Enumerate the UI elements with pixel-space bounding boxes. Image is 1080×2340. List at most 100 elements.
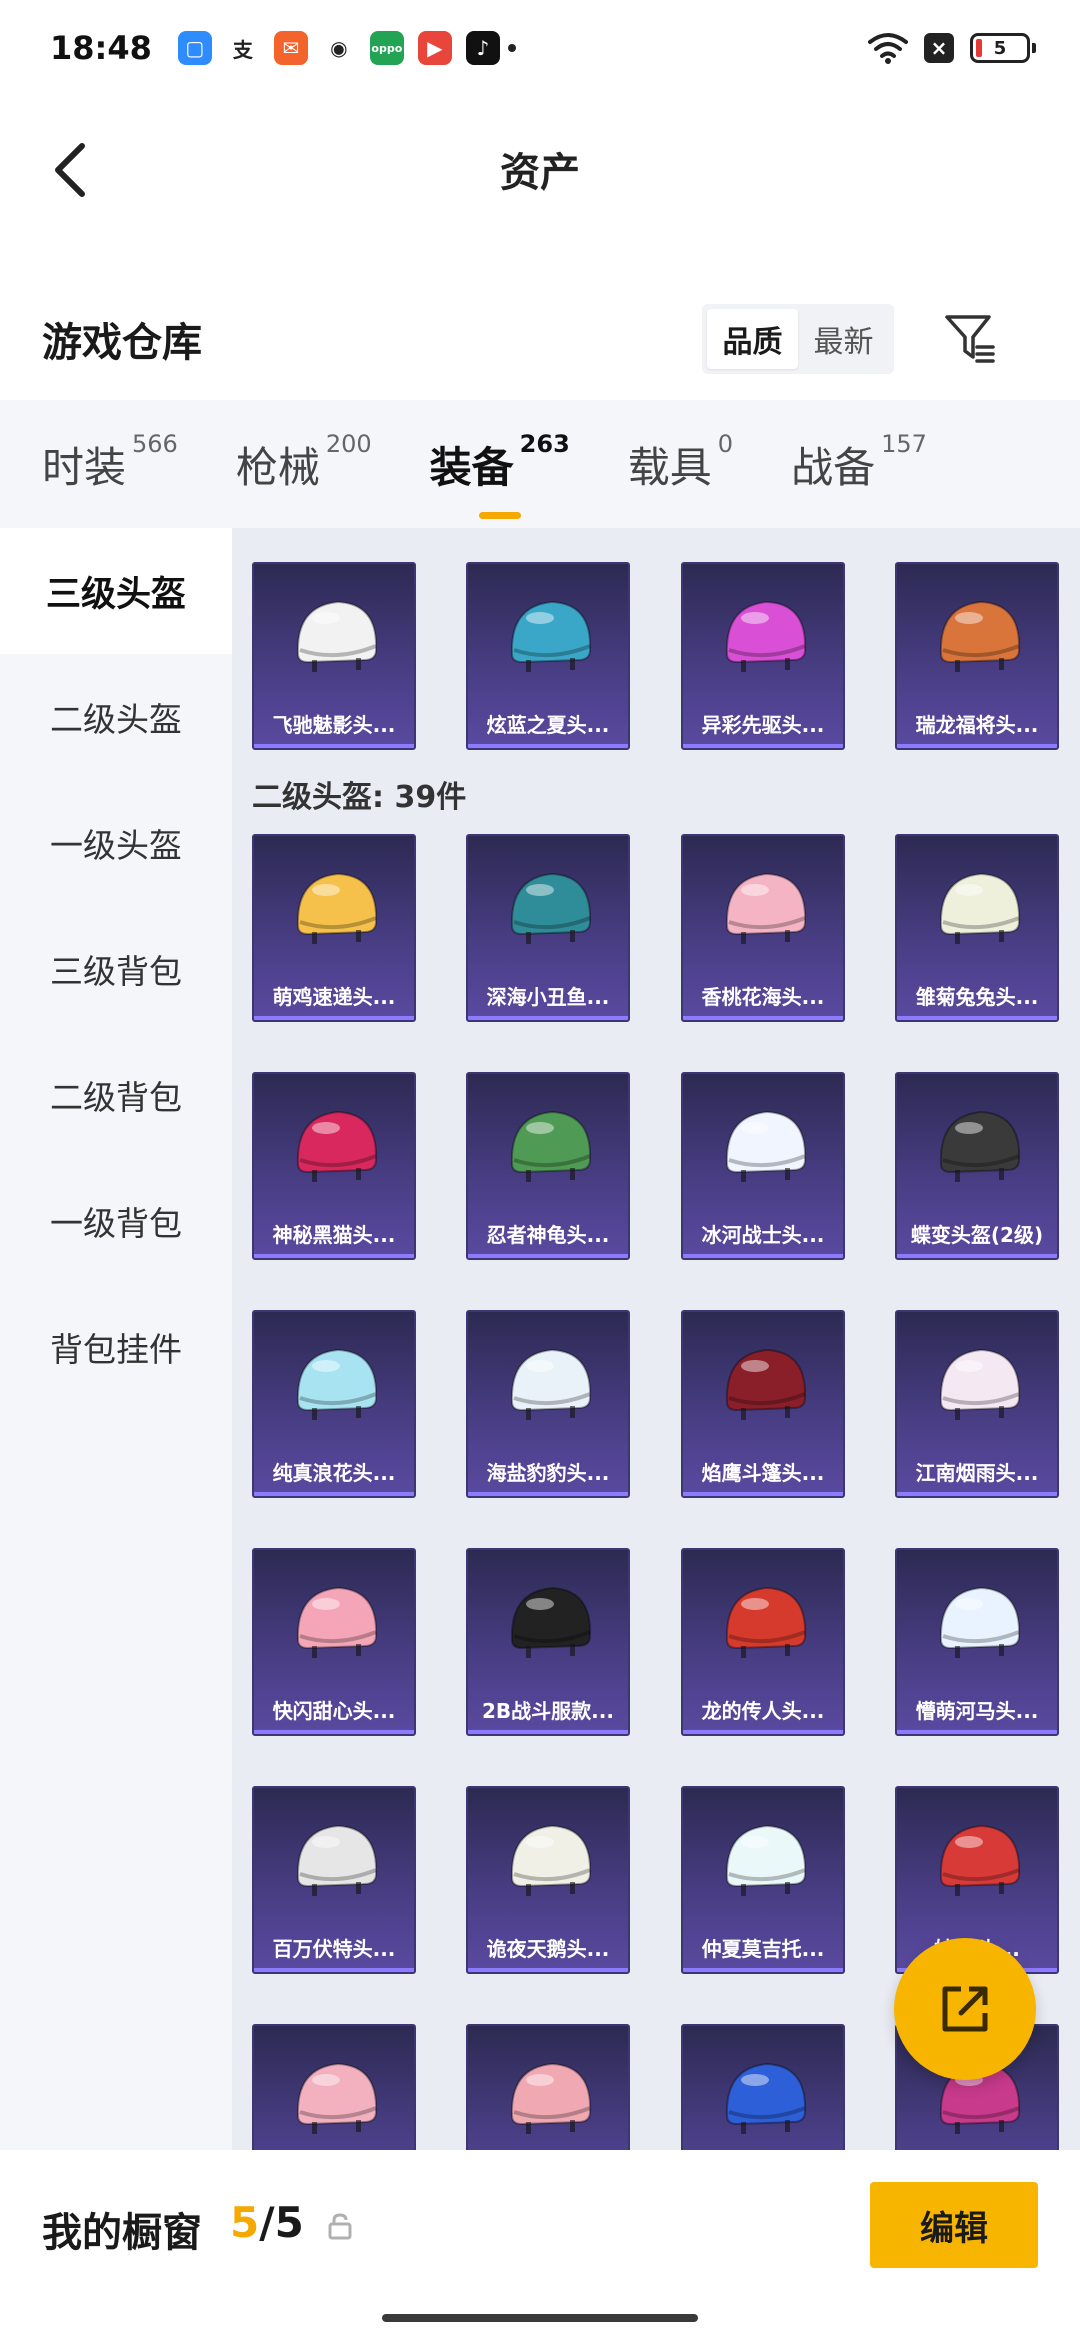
tab-4[interactable]: 战备 157 xyxy=(791,430,927,495)
tab-label: 装备 xyxy=(429,442,514,492)
item-card[interactable]: 异彩先驱头... xyxy=(681,562,845,750)
item-name: 炫蓝之夏头... xyxy=(486,713,610,737)
item-card[interactable]: 飞驰魅影头... xyxy=(252,562,416,750)
status-app-icons: ▢ 支 ✉ ◉ oppo ▶ ♪ xyxy=(177,31,500,65)
item-name: 百万伏特头... xyxy=(272,1937,396,1961)
share-fab-button[interactable] xyxy=(894,1938,1036,2080)
filter-button[interactable] xyxy=(938,306,1002,370)
helmet-icon xyxy=(725,872,807,944)
item-card[interactable]: 深海小丑鱼... xyxy=(466,834,630,1022)
item-name: 雏菊兔兔头... xyxy=(915,985,1039,1009)
item-name: 忍者神龟头... xyxy=(486,1223,610,1247)
tab-label: 载具 xyxy=(627,442,712,492)
sub-category-sidebar: 三级头盔 二级头盔 一级头盔 三级背包 二级背包 一级背包 背包挂件 xyxy=(0,528,232,2150)
item-card[interactable]: 焰鹰斗篷头... xyxy=(681,1310,845,1498)
item-name: 萌鸡速递头... xyxy=(272,985,396,1009)
alipay-icon: 支 xyxy=(225,31,260,65)
helmet-icon xyxy=(939,1110,1021,1182)
tab-3[interactable]: 载具 0 xyxy=(627,430,733,495)
sidebar-item[interactable]: 一级背包 xyxy=(0,1158,232,1284)
item-card[interactable]: 蝶变头盔(2级) xyxy=(895,1072,1059,1260)
item-name: 神秘黑猫头... xyxy=(272,1223,396,1247)
tab-1[interactable]: 枪械 200 xyxy=(236,430,372,495)
page-header: 资产 xyxy=(0,110,1080,230)
sidebar-item[interactable]: 三级背包 xyxy=(0,906,232,1032)
helmet-icon xyxy=(296,1110,378,1182)
item-card[interactable]: 神秘黑猫头... xyxy=(252,1072,416,1260)
sidebar-item[interactable]: 一级头盔 xyxy=(0,780,232,906)
helmet-icon xyxy=(296,600,378,672)
files-app-icon: ▢ xyxy=(177,31,212,65)
video-app-icon: ▶ xyxy=(417,31,452,65)
lock-icon xyxy=(328,2213,352,2240)
item-card[interactable]: 百万伏特头... xyxy=(252,1786,416,1974)
sort-latest-button[interactable]: 最新 xyxy=(798,309,889,369)
item-card[interactable]: 忍者神龟头... xyxy=(466,1072,630,1260)
battery-icon: 5 xyxy=(970,33,1036,63)
sidebar-item[interactable]: 二级背包 xyxy=(0,1032,232,1158)
item-card[interactable]: 海盐豹豹头... xyxy=(466,1310,630,1498)
section-title: 游戏仓库 xyxy=(42,320,202,366)
item-card[interactable]: 香桃花海头... xyxy=(681,834,845,1022)
wifi-icon xyxy=(868,33,908,64)
item-name: 冰河战士头... xyxy=(701,1223,825,1247)
helmet-icon xyxy=(725,1824,807,1896)
tiktok-icon: ♪ xyxy=(465,31,500,65)
status-bar: 18:48 ▢ 支 ✉ ◉ oppo ▶ ♪ × 5 xyxy=(0,0,1080,96)
no-sim-icon: × xyxy=(924,33,954,63)
helmet-icon xyxy=(939,1348,1021,1420)
item-name: 飞驰魅影头... xyxy=(272,713,396,737)
category-tabs: 时装 566 枪械 200 装备 263 载具 0 战备 157 xyxy=(0,400,1080,528)
helmet-icon xyxy=(939,1824,1021,1896)
item-card[interactable]: 2B战斗服款... xyxy=(466,1548,630,1736)
edit-button[interactable]: 编辑 xyxy=(870,2182,1038,2268)
tab-count: 0 xyxy=(717,429,734,458)
item-card[interactable] xyxy=(466,2024,630,2150)
helmet-icon xyxy=(296,1824,378,1896)
item-card[interactable] xyxy=(252,2024,416,2150)
tab-count: 200 xyxy=(325,429,372,458)
filter-icon xyxy=(945,315,995,363)
sidebar-item[interactable]: 二级头盔 xyxy=(0,654,232,780)
showcase-bar: 我的橱窗 5/5 编辑 xyxy=(0,2150,1080,2340)
item-card[interactable]: 诡夜天鹅头... xyxy=(466,1786,630,1974)
item-card[interactable]: 仲夏莫吉托... xyxy=(681,1786,845,1974)
warehouse-section-header: 游戏仓库 品质 最新 xyxy=(0,300,1080,380)
oppo-app-icon: oppo xyxy=(369,31,404,65)
helmet-icon xyxy=(725,1110,807,1182)
helmet-icon xyxy=(296,1586,378,1658)
item-card[interactable]: 江南烟雨头... xyxy=(895,1310,1059,1498)
sort-quality-button[interactable]: 品质 xyxy=(707,309,798,369)
external-link-icon xyxy=(942,1986,988,2032)
sidebar-item[interactable]: 背包挂件 xyxy=(0,1284,232,1410)
helmet-icon xyxy=(510,872,592,944)
item-card[interactable] xyxy=(681,2024,845,2150)
item-card[interactable]: 冰河战士头... xyxy=(681,1072,845,1260)
tab-2[interactable]: 装备 263 xyxy=(429,430,570,519)
tab-count: 157 xyxy=(881,429,927,458)
helmet-icon xyxy=(725,1586,807,1658)
sidebar-item[interactable]: 三级头盔 xyxy=(0,528,232,654)
helmet-icon xyxy=(939,600,1021,672)
helmet-icon xyxy=(510,1110,592,1182)
group-header: 二级头盔: 39件 xyxy=(252,780,467,815)
home-indicator[interactable] xyxy=(382,2314,698,2322)
item-name: 诡夜天鹅头... xyxy=(486,1937,610,1961)
item-card[interactable]: 龙的传人头... xyxy=(681,1548,845,1736)
item-name: 纯真浪花头... xyxy=(272,1461,396,1485)
showcase-count-current: 5 xyxy=(230,2198,260,2247)
item-name: 2B战斗服款... xyxy=(482,1699,614,1723)
item-card[interactable]: 快闪甜心头... xyxy=(252,1548,416,1736)
page-title: 资产 xyxy=(500,150,580,196)
item-card[interactable]: 纯真浪花头... xyxy=(252,1310,416,1498)
tab-label: 时装 xyxy=(42,442,127,492)
item-card[interactable]: 懵萌河马头... xyxy=(895,1548,1059,1736)
sort-toggle: 品质 最新 xyxy=(702,304,894,374)
item-name: 蝶变头盔(2级) xyxy=(910,1223,1044,1247)
item-card[interactable]: 雏菊兔兔头... xyxy=(895,834,1059,1022)
item-card[interactable]: 瑞龙福将头... xyxy=(895,562,1059,750)
notification-dot xyxy=(507,44,516,52)
item-card[interactable]: 炫蓝之夏头... xyxy=(466,562,630,750)
tab-0[interactable]: 时装 566 xyxy=(42,430,178,495)
item-card[interactable]: 萌鸡速递头... xyxy=(252,834,416,1022)
